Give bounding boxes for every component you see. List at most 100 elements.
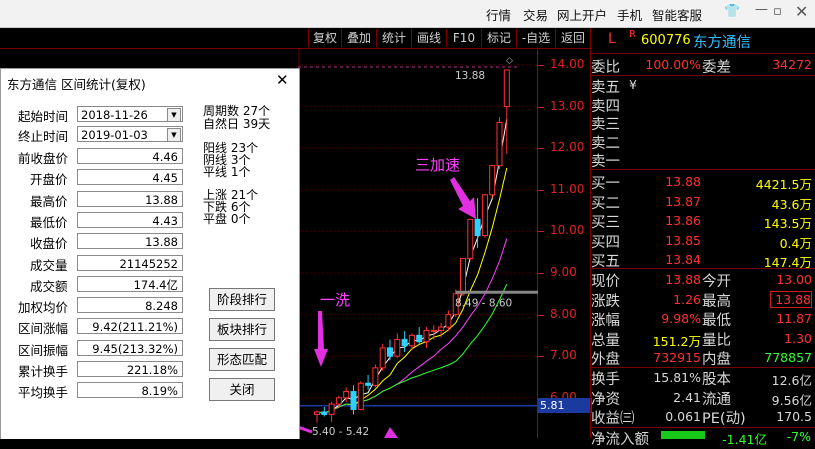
chevron-down-icon[interactable]: ▼: [167, 108, 181, 122]
tool-draw-button[interactable]: 画线: [411, 29, 446, 47]
weibi-value: 100.00%: [645, 57, 701, 72]
start-time-value: 2018-11-26: [81, 108, 148, 122]
close-icon[interactable]: ✕: [795, 2, 808, 21]
net-inflow-value: -1.41亿: [722, 432, 767, 447]
buy-price-3: 13.85: [665, 232, 701, 248]
buy-label-2: 买三: [591, 215, 620, 232]
stat-label-9: 区间振幅: [18, 342, 69, 358]
stat-value-0: 4.46: [77, 148, 183, 164]
panel-stat-value-a-2: 0.061: [665, 409, 701, 425]
stat-value-7: 8.248: [77, 297, 183, 314]
tool-stats-button[interactable]: 统计: [376, 29, 411, 47]
y-tick-3: 11.00: [550, 181, 585, 196]
y-tick-mark-2: [538, 148, 544, 150]
y-tick-mark-6: [538, 314, 544, 316]
y-tick-4: 10.00: [550, 223, 585, 238]
stat-label-5: 成交量: [30, 257, 68, 273]
quote-label-b-0: 今开: [702, 274, 731, 290]
price-axis: 14.0013.0012.0011.0010.009.008.007.006.0…: [538, 49, 592, 438]
range-label-2: 5.40 - 5.42: [312, 426, 369, 438]
stat-label-10: 累计换手: [18, 364, 69, 379]
ma3-line: [316, 119, 508, 414]
candle-body-13: [408, 334, 415, 347]
panel-stat-value-b-2: 170.5: [776, 409, 812, 425]
end-time-picker[interactable]: 2019-01-03 ▼: [77, 126, 183, 142]
candle-body-2: [328, 403, 335, 415]
net-inflow-label: 净流入额: [591, 432, 649, 448]
net-inflow-pct: -7%: [786, 429, 811, 444]
interval-stats-dialog: 东方通信 区间统计(复权) ✕ 起始时间 2018-11-26 ▼ 终止时间 2…: [0, 68, 300, 439]
buy-label-0: 买一: [591, 176, 620, 192]
end-time-label: 终止时间: [18, 129, 69, 144]
stat-value-11: 8.19%: [77, 382, 183, 399]
high-label: 13.88: [455, 70, 485, 82]
sector-ranking-button[interactable]: 板块排行: [209, 318, 275, 341]
menu-quotes[interactable]: 行情: [486, 5, 511, 24]
sell-price-0: ¥: [629, 77, 637, 92]
tool-watchlist-button[interactable]: -自选: [516, 29, 555, 47]
panel-stat-label-a-0: 换手: [591, 372, 620, 388]
candle-body-9: [379, 347, 386, 369]
quote-label-b-3: 量比: [702, 332, 731, 349]
panel-stat-label-b-1: 流通: [702, 391, 731, 408]
quote-label-a-0: 现价: [591, 274, 620, 290]
stat-value-10: 221.18%: [77, 361, 183, 377]
quote-label-a-3: 总量: [591, 332, 620, 349]
candle-body-20: [460, 257, 466, 295]
candle-body-14: [416, 334, 423, 343]
quote-label-b-2: 最低: [702, 313, 731, 329]
stat-label-6: 成交额: [30, 278, 68, 294]
panel-stat-value-a-1: 2.41: [673, 389, 701, 405]
candle-body-23: [481, 194, 488, 237]
stat-label-11: 平均换手: [18, 385, 69, 401]
stat-label-1: 开盘价: [30, 172, 68, 188]
ma12-line: [316, 238, 508, 414]
quote-value-b-1: 13.88: [770, 290, 812, 308]
close-button[interactable]: 关闭: [209, 378, 275, 401]
wash-arrow: [314, 311, 328, 367]
start-time-picker[interactable]: 2018-11-26 ▼: [77, 106, 183, 122]
candle-body-10: [387, 347, 393, 357]
diamond-icon: ◇: [506, 56, 513, 66]
tool-f10-button[interactable]: F10: [446, 29, 481, 47]
pattern-match-button[interactable]: 形态匹配: [209, 348, 275, 371]
menu-mobile[interactable]: 手机: [617, 5, 642, 24]
quote-value-b-4: 778857: [764, 350, 812, 365]
annotation-wash: 一洗: [320, 291, 350, 309]
accel-arrow: [450, 177, 476, 219]
range-bar: [456, 290, 538, 294]
menu-customer-service[interactable]: 智能客服: [652, 5, 702, 24]
tool-overlay-button[interactable]: 叠加: [341, 29, 376, 47]
annotation-accel: 三加速: [415, 156, 460, 174]
quote-label-a-4: 外盘: [591, 352, 620, 368]
menu-trade[interactable]: 交易: [523, 5, 548, 24]
quote-value-b-2: 11.87: [776, 311, 812, 326]
start-time-label: 起始时间: [18, 109, 69, 124]
buy-price-2: 13.86: [665, 213, 701, 229]
tool-mark-button[interactable]: 标记: [481, 29, 516, 47]
dialog-close-icon[interactable]: ✕: [276, 71, 289, 89]
candle-body-24: [489, 165, 496, 196]
candle-body-25: [496, 121, 503, 167]
stat-natural-days: 自然日 39天: [203, 117, 271, 131]
chevron-down-icon[interactable]: ▼: [167, 128, 181, 142]
panel-stat-value-b-0: 12.6亿: [771, 373, 812, 388]
stat-value-1: 4.45: [77, 169, 183, 186]
stage-ranking-button[interactable]: 阶段排行: [209, 288, 275, 311]
maximize-icon[interactable]: ▫: [773, 4, 782, 19]
candle-body-4: [343, 391, 350, 399]
minimize-icon[interactable]: —: [755, 2, 768, 17]
candle-body-3: [335, 397, 342, 405]
candle-body-15: [423, 329, 430, 343]
stat-value-5: 21145252: [77, 254, 183, 271]
candlestick-chart[interactable]: 8.49 - 8.60 5.40 - 5.42 13.88 ◇ 一洗 三加速: [298, 49, 538, 438]
shirt-icon[interactable]: 👕: [724, 4, 740, 19]
candle-body-12: [401, 339, 408, 347]
tool-back-button[interactable]: 返回: [555, 29, 590, 47]
stat-label-8: 区间涨幅: [18, 321, 69, 337]
buy-price-4: 13.84: [665, 252, 701, 268]
buy-label-3: 买四: [591, 234, 620, 251]
menu-open-account[interactable]: 网上开户: [557, 5, 607, 24]
tool-fuquan-button[interactable]: 复权: [308, 29, 341, 47]
y-tick-5: 9.00: [550, 265, 577, 279]
